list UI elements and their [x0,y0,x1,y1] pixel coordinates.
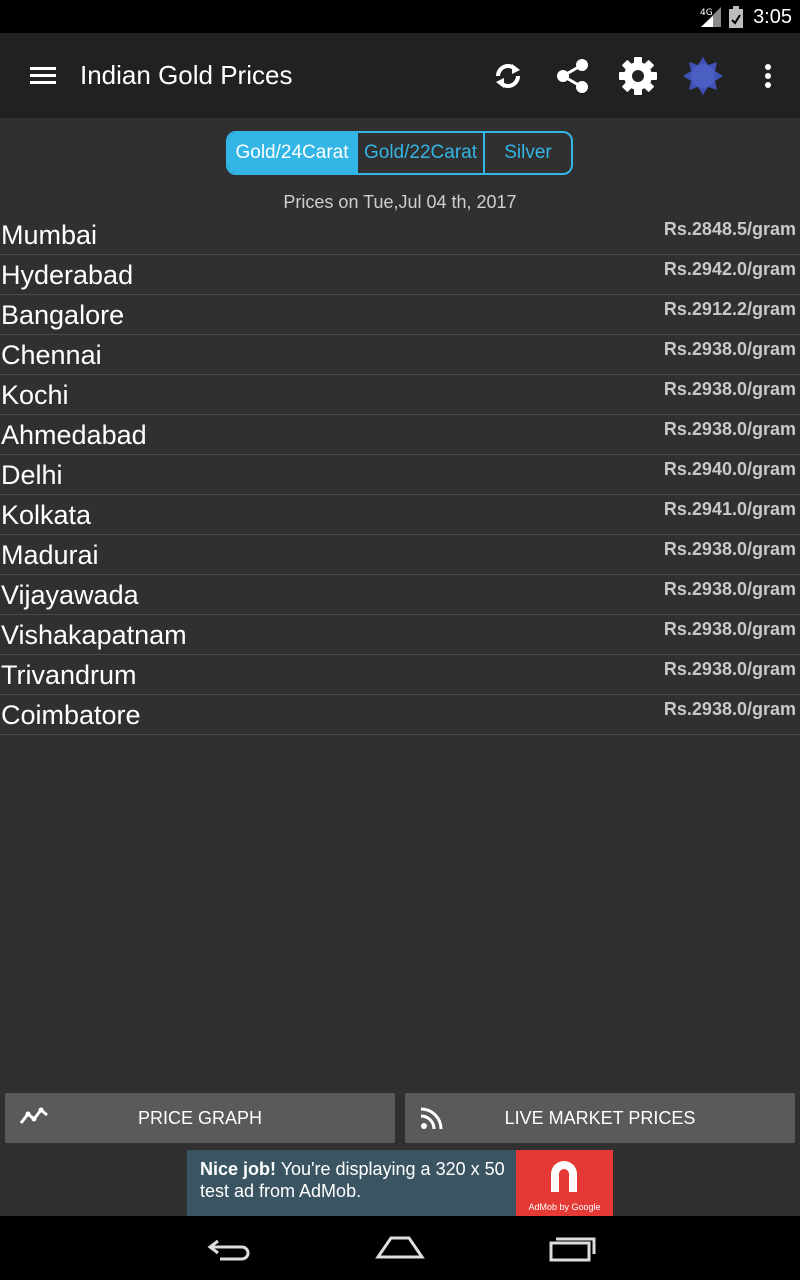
city-price: Rs.2938.0/gram [663,339,796,359]
settings-button[interactable] [617,55,659,97]
price-list: Mumbai Rs.2848.5/gram Hyderabad Rs.2942.0/… [0,215,800,735]
tab-silver[interactable]: Silver [483,133,571,173]
list-item[interactable]: Kolkata Rs.2941.0/gram [0,495,800,535]
badge-button[interactable] [682,55,724,97]
list-item[interactable]: Coimbatore Rs.2938.0/gram [0,695,800,735]
settings-icon [619,57,657,95]
city-price: Rs.2938.0/gram [663,419,796,439]
app-title: Indian Gold Prices [80,60,293,90]
list-item[interactable]: Bangalore Rs.2912.2/gram [0,295,800,335]
more-options-button[interactable] [747,55,789,97]
nav-bar [0,1216,800,1280]
city-name: Hyderabad [1,260,134,290]
price-graph-button[interactable]: PRICE GRAPH [5,1093,395,1143]
home-button[interactable] [370,1230,430,1266]
list-item[interactable]: Madurai Rs.2938.0/gram [0,535,800,575]
list-item[interactable]: Vijayawada Rs.2938.0/gram [0,575,800,615]
city-name: Madurai [1,540,99,570]
city-price: Rs.2938.0/gram [663,699,796,719]
recents-icon [549,1237,596,1262]
status-time: 3:05 [753,5,792,28]
share-button[interactable] [552,55,594,97]
battery-icon [729,6,744,28]
city-name: Kolkata [1,500,92,530]
list-item[interactable]: Chennai Rs.2938.0/gram [0,335,800,375]
admob-icon [551,1161,577,1192]
tab-gold-24carat[interactable]: Gold/24Carat [228,133,356,173]
city-price: Rs.2938.0/gram [663,379,796,399]
city-name: Mumbai [1,220,98,250]
city-name: Trivandrum [1,660,137,690]
city-name: Bangalore [1,300,125,330]
city-name: Chennai [1,340,102,370]
city-price: Rs.2912.2/gram [663,299,796,319]
list-item[interactable]: Hyderabad Rs.2942.0/gram [0,255,800,295]
city-price: Rs.2938.0/gram [663,539,796,559]
svg-text:4G: 4G [700,8,713,18]
tab-gold-22carat[interactable]: Gold/22Carat [356,133,483,173]
live-market-button[interactable]: LIVE MARKET PRICES [405,1093,795,1143]
list-item[interactable]: Vishakapatnam Rs.2938.0/gram [0,615,800,655]
recents-button[interactable] [542,1230,602,1266]
app-bar: Indian Gold Prices [0,33,800,118]
list-item[interactable]: Ahmedabad Rs.2938.0/gram [0,415,800,455]
ad-banner[interactable]: Nice job! You're displaying a 320 x 50 t… [187,1150,613,1216]
city-price: Rs.2941.0/gram [663,499,796,519]
live-market-label: LIVE MARKET PRICES [504,1107,696,1128]
city-name: Kochi [1,380,69,410]
list-item[interactable]: Mumbai Rs.2848.5/gram [0,215,800,255]
back-button[interactable] [200,1230,260,1266]
city-price: Rs.2848.5/gram [663,219,796,239]
city-price: Rs.2938.0/gram [663,659,796,679]
menu-icon[interactable] [28,61,58,91]
signal-4g-icon: 4G [700,7,722,27]
refresh-button[interactable] [487,55,529,97]
city-price: Rs.2942.0/gram [663,259,796,279]
city-price: Rs.2940.0/gram [663,459,796,479]
price-date: Prices on Tue,Jul 04 th, 2017 [283,192,517,212]
home-icon [375,1236,425,1259]
city-name: Vishakapatnam [1,620,187,650]
city-name: Vijayawada [1,580,139,610]
share-icon [557,59,588,93]
admob-caption: AdMob by Google [528,1202,601,1212]
list-item[interactable]: Trivandrum Rs.2938.0/gram [0,655,800,695]
refresh-icon [496,64,520,88]
price-graph-label: PRICE GRAPH [137,1107,263,1128]
metal-tabs: Gold/24Carat Gold/22Carat Silver [226,131,573,175]
city-price: Rs.2938.0/gram [663,579,796,599]
list-item[interactable]: Kochi Rs.2938.0/gram [0,375,800,415]
list-item[interactable]: Delhi Rs.2940.0/gram [0,455,800,495]
badge-icon [683,57,723,95]
status-bar: 4G 3:05 [0,0,800,33]
city-price: Rs.2938.0/gram [663,619,796,639]
city-name: Delhi [1,460,63,490]
back-icon [207,1239,250,1261]
city-name: Coimbatore [1,700,141,730]
admob-logo: AdMob by Google [516,1150,613,1216]
ad-text-bold: Nice job! [200,1159,277,1179]
ad-text: Nice job! You're displaying a 320 x 50 t… [187,1150,516,1216]
more-vert-icon [765,64,771,88]
city-name: Ahmedabad [1,420,147,450]
